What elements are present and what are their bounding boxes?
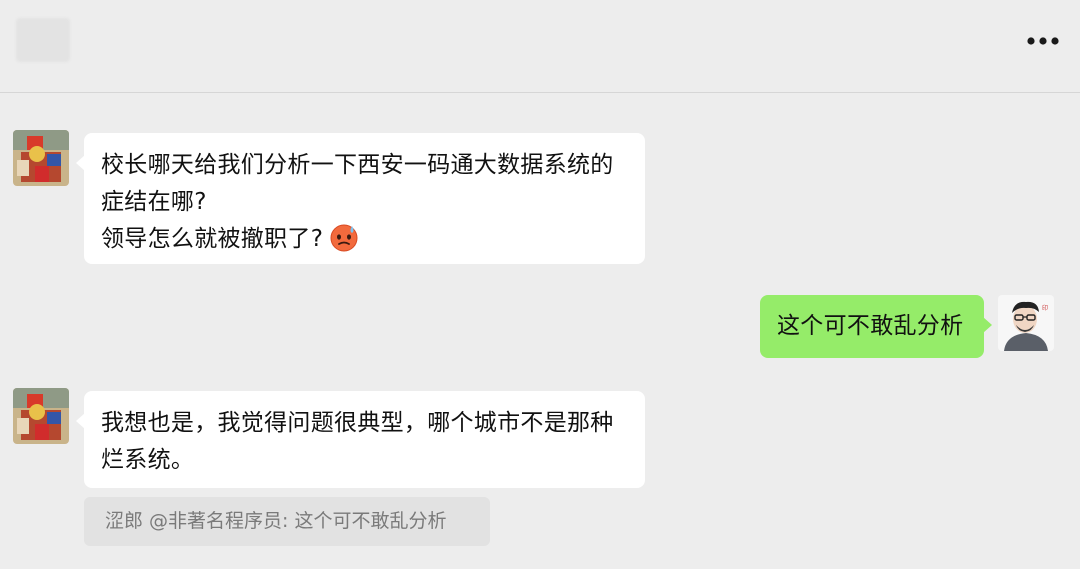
chat-header [0,0,1080,93]
svg-text:印: 印 [1042,305,1048,312]
message-bubble[interactable]: 我想也是，我觉得问题很典型，哪个城市不是那种 烂系统。 [76,391,645,488]
message-text-line: 领导怎么就被撤职了? [101,221,628,258]
avatar-self[interactable]: 印 [998,295,1054,351]
message-text: 症结在哪? [101,189,207,215]
message-bubble[interactable]: 校长哪天给我们分析一下西安一码通大数据系统的 症结在哪? 领导怎么就被撤职了? [76,133,645,264]
avatar[interactable] [13,130,69,186]
sweat-face-emoji-icon [329,222,359,252]
chat-title-blurred [16,18,70,62]
more-options-icon[interactable] [1026,28,1060,54]
message-text: 我想也是，我觉得问题很典型，哪个城市不是那种 [101,410,614,436]
message-bubble-sent[interactable]: 这个可不敢乱分析 [760,295,992,358]
message-text: 校长哪天给我们分析一下西安一码通大数据系统的 [101,152,614,178]
message-text: 烂系统。 [101,447,195,473]
quoted-message[interactable]: 涩郎 @非著名程序员: 这个可不敢乱分析 [84,497,490,546]
message-text: 领导怎么就被撤职了? [101,226,324,252]
message-text: 这个可不敢乱分析 [777,313,964,339]
avatar[interactable] [13,388,69,444]
